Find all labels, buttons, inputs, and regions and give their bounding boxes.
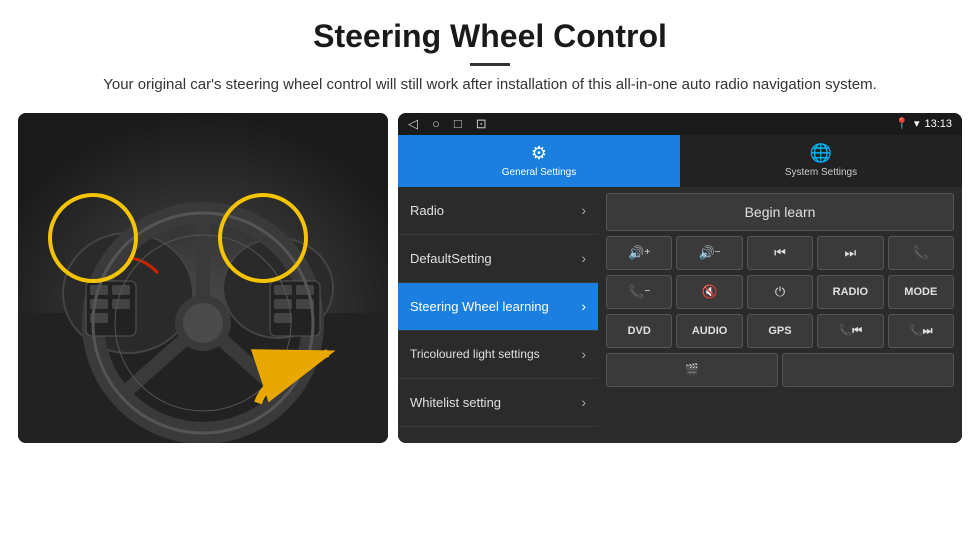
left-button-highlight (48, 193, 138, 283)
audio-button[interactable]: AUDIO (676, 314, 742, 348)
dvd-button[interactable]: DVD (606, 314, 672, 348)
menu-item-steering-wheel[interactable]: Steering Wheel learning › (398, 283, 598, 331)
title-divider (470, 63, 510, 66)
tab-bar: ⚙ General Settings 🌐 System Settings (398, 135, 962, 187)
recent-icon[interactable]: □ (454, 116, 462, 131)
tel-next-button[interactable]: 📞⏭ (888, 314, 954, 348)
power-button[interactable]: ⏻ (747, 275, 813, 309)
media-button[interactable]: 🎬 (606, 353, 778, 387)
menu-list: Radio › DefaultSetting › Steering Wheel … (398, 187, 598, 443)
menu-item-radio[interactable]: Radio › (398, 187, 598, 235)
dvd-row: DVD AUDIO GPS 📞⏮ 📞⏭ (606, 314, 954, 348)
screenshot-icon[interactable]: ⊡ (476, 116, 487, 132)
menu-whitelist-label: Whitelist setting (410, 395, 501, 410)
tab-general-label: General Settings (502, 167, 577, 178)
last-row: 🎬 (606, 353, 954, 387)
page-title: Steering Wheel Control (40, 18, 940, 55)
menu-item-default-setting[interactable]: DefaultSetting › (398, 235, 598, 283)
status-bar-nav-icons: ◁ ○ □ ⊡ (408, 116, 487, 132)
menu-default-label: DefaultSetting (410, 251, 492, 266)
system-settings-icon: 🌐 (810, 143, 832, 164)
next-track-button[interactable]: ⏭ (817, 236, 883, 270)
back-icon[interactable]: ◁ (408, 116, 418, 132)
page-header: Steering Wheel Control Your original car… (0, 0, 980, 105)
steering-wheel-area (18, 113, 388, 443)
vol-up-button[interactable]: 🔊+ (606, 236, 672, 270)
chevron-icon: › (581, 394, 586, 410)
chevron-icon: › (581, 202, 586, 218)
status-time: 13:13 (924, 118, 952, 130)
direction-arrow (248, 333, 368, 413)
control-grid-row1: 🔊+ 🔊− ⏮ ⏭ 📞 (606, 236, 954, 270)
chevron-icon: › (581, 298, 586, 314)
general-settings-icon: ⚙ (531, 143, 547, 164)
headunit: ◁ ○ □ ⊡ 📍 ▾ 13:13 ⚙ General Settings 🌐 S… (398, 113, 962, 443)
prev-track-button[interactable]: ⏮ (747, 236, 813, 270)
content-row: ◁ ○ □ ⊡ 📍 ▾ 13:13 ⚙ General Settings 🌐 S… (0, 105, 980, 443)
tel-prev-button[interactable]: 📞⏮ (817, 314, 883, 348)
tab-system-label: System Settings (785, 167, 857, 178)
mode-button[interactable]: MODE (888, 275, 954, 309)
radio-button[interactable]: RADIO (817, 275, 883, 309)
phone-answer-button[interactable]: 📞 (888, 236, 954, 270)
page-subtitle: Your original car's steering wheel contr… (40, 74, 940, 97)
control-grid-row2: 📞− 🔇 ⏻ RADIO MODE (606, 275, 954, 309)
home-icon[interactable]: ○ (432, 116, 440, 131)
menu-radio-label: Radio (410, 203, 444, 218)
begin-learn-button[interactable]: Begin learn (606, 193, 954, 231)
tab-general-settings[interactable]: ⚙ General Settings (398, 135, 680, 187)
status-bar-right: 📍 ▾ 13:13 (895, 117, 952, 130)
menu-item-tricoloured[interactable]: Tricoloured light settings › (398, 331, 598, 379)
phone-hangup-button[interactable]: 📞− (606, 275, 672, 309)
chevron-icon: › (581, 250, 586, 266)
location-icon: 📍 (895, 117, 909, 130)
tab-system-settings[interactable]: 🌐 System Settings (680, 135, 962, 187)
right-button-highlight (218, 193, 308, 283)
menu-steering-label: Steering Wheel learning (410, 299, 549, 314)
gps-button[interactable]: GPS (747, 314, 813, 348)
right-panel: Begin learn 🔊+ 🔊− ⏮ ⏭ 📞 📞− 🔇 ⏻ RADIO MOD… (598, 187, 962, 443)
empty-button (782, 353, 954, 387)
menu-item-whitelist[interactable]: Whitelist setting › (398, 379, 598, 427)
mute-button[interactable]: 🔇 (676, 275, 742, 309)
steering-wheel-bg (18, 113, 388, 443)
wifi-icon: ▾ (914, 117, 920, 130)
settings-content: Radio › DefaultSetting › Steering Wheel … (398, 187, 962, 443)
vol-down-button[interactable]: 🔊− (676, 236, 742, 270)
menu-tricoloured-label: Tricoloured light settings (410, 347, 540, 361)
chevron-icon: › (581, 346, 586, 362)
status-bar: ◁ ○ □ ⊡ 📍 ▾ 13:13 (398, 113, 962, 135)
